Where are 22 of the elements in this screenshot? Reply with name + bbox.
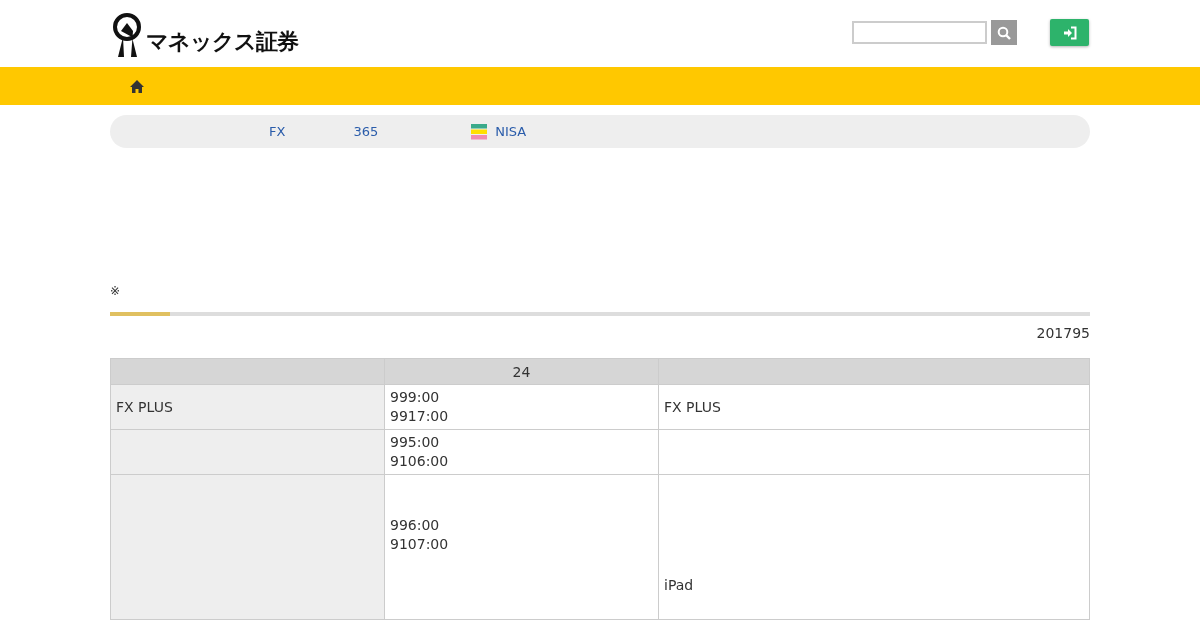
table-cell: 999:00 9917:00	[384, 384, 659, 430]
table-header: 24	[384, 358, 659, 385]
table-cell: FX PLUS	[110, 384, 385, 430]
table-cell: FX PLUS	[658, 384, 1090, 430]
breadcrumb-link[interactable]: 365	[353, 124, 379, 139]
search-button[interactable]	[991, 20, 1017, 45]
note-mark: ※	[110, 284, 122, 300]
table-cell: 995:00 9106:00	[384, 429, 659, 475]
home-icon[interactable]	[130, 79, 144, 93]
login-button[interactable]	[1050, 19, 1089, 46]
login-icon	[1062, 25, 1077, 40]
date-text: 201795	[1035, 325, 1090, 341]
logo-text: マネックス証券	[146, 27, 298, 56]
search-icon	[997, 25, 1011, 40]
heading-underline	[110, 312, 170, 316]
table-cell: 996:00 9107:00	[384, 474, 659, 620]
search-field[interactable]	[852, 21, 987, 44]
table-cell: iPad	[658, 474, 1090, 620]
flag-icon	[471, 123, 488, 140]
breadcrumb-link[interactable]: NISA	[471, 123, 527, 140]
breadcrumb-link[interactable]: FX	[269, 124, 286, 139]
person-logo-icon	[110, 12, 144, 57]
